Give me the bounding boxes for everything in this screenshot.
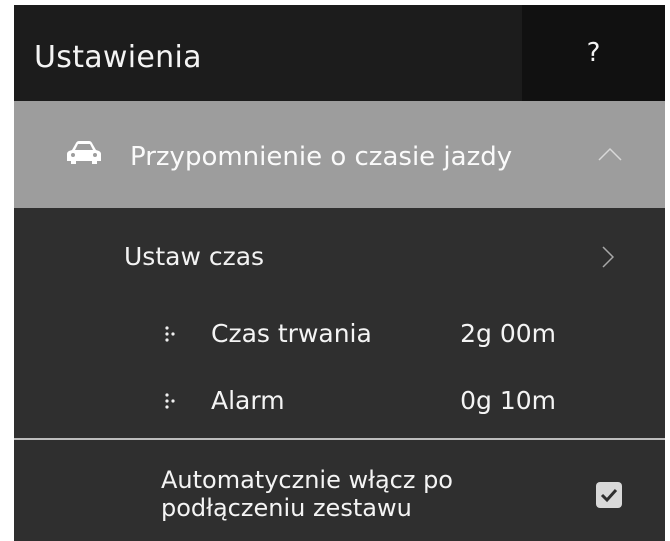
auto-enable-checkbox[interactable]: [596, 482, 622, 508]
chevron-right-icon: [602, 246, 614, 268]
checkmark-icon: [600, 488, 618, 503]
duration-value: 2g 00m: [460, 319, 556, 348]
section-label: Przypomnienie o czasie jazdy: [130, 142, 513, 172]
header: Ustawienia ?: [14, 5, 665, 101]
help-icon: ?: [586, 38, 601, 68]
alarm-value: 0g 10m: [460, 386, 556, 415]
duration-row: Czas trwania 2g 00m: [14, 304, 665, 364]
section-driving-time-reminder[interactable]: Przypomnienie o czasie jazdy: [14, 101, 665, 208]
settings-panel: Ustawienia ? Przypomnienie o czasie jazd…: [14, 0, 665, 541]
auto-enable-label-line1: Automatycznie włącz po: [161, 466, 453, 494]
duration-label: Czas trwania: [211, 319, 372, 348]
set-time-label: Ustaw czas: [124, 242, 265, 271]
auto-enable-label: Automatycznie włącz po podłączeniu zesta…: [161, 466, 561, 522]
set-time-row[interactable]: Ustaw czas: [14, 208, 665, 304]
car-icon: [67, 141, 101, 164]
dots-icon: [165, 393, 175, 409]
auto-enable-row[interactable]: Automatycznie włącz po podłączeniu zesta…: [14, 440, 665, 541]
alarm-label: Alarm: [211, 386, 285, 415]
chevron-up-icon: [598, 147, 622, 161]
dots-icon: [165, 326, 175, 342]
help-button[interactable]: ?: [522, 5, 665, 101]
auto-enable-label-line2: podłączeniu zestawu: [161, 494, 412, 522]
page-title: Ustawienia: [34, 40, 202, 75]
alarm-row: Alarm 0g 10m: [14, 371, 665, 431]
